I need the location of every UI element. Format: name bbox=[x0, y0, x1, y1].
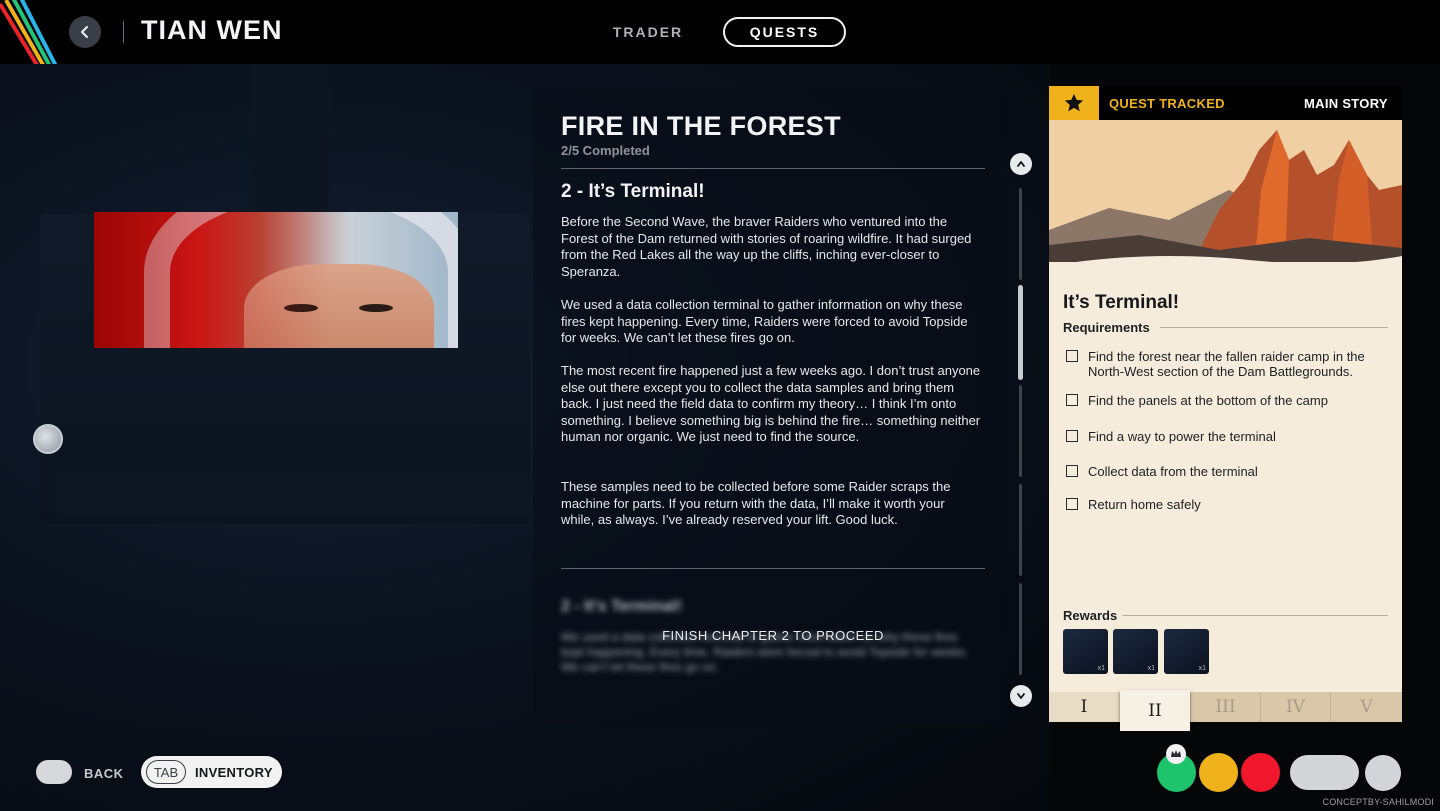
scroll-up-button[interactable] bbox=[1010, 153, 1032, 175]
quest-progress: 2/5 Completed bbox=[561, 143, 650, 158]
header-back-button[interactable] bbox=[69, 16, 101, 48]
crown-icon bbox=[1171, 750, 1181, 757]
menu-round-button[interactable] bbox=[1365, 755, 1401, 791]
reward-qty: x1 bbox=[1097, 665, 1105, 672]
rewards-label: Rewards bbox=[1063, 608, 1118, 623]
header-divider bbox=[123, 21, 124, 43]
back-arrow-icon bbox=[80, 25, 89, 39]
requirement-item[interactable]: Find the panels at the bottom of the cam… bbox=[1066, 393, 1391, 408]
requirement-checkbox[interactable] bbox=[1066, 465, 1078, 477]
rainbow-stripes-logo bbox=[0, 0, 58, 64]
npc-portrait-window bbox=[94, 212, 458, 348]
back-key-hint[interactable] bbox=[36, 760, 72, 784]
divider bbox=[561, 568, 985, 569]
inventory-label: INVENTORY bbox=[195, 764, 273, 780]
crown-badge bbox=[1166, 744, 1186, 764]
scroll-down-button[interactable] bbox=[1010, 685, 1032, 707]
requirement-text: Collect data from the terminal bbox=[1088, 464, 1258, 479]
tab-quests[interactable]: QUESTS bbox=[723, 17, 846, 47]
divider bbox=[561, 168, 985, 169]
credit-text: CONCEPTBY-SAHILMODI bbox=[1322, 797, 1434, 807]
reward-slot[interactable]: x1 bbox=[1113, 629, 1158, 674]
requirement-checkbox[interactable] bbox=[1066, 350, 1078, 362]
requirement-item[interactable]: Return home safely bbox=[1066, 497, 1391, 512]
inventory-button[interactable]: TAB INVENTORY bbox=[141, 756, 282, 788]
requirements-label: Requirements bbox=[1063, 320, 1150, 335]
quest-paragraph: These samples need to be collected befor… bbox=[561, 479, 951, 527]
track-quest-toggle[interactable] bbox=[1049, 86, 1099, 120]
requirement-checkbox[interactable] bbox=[1066, 430, 1078, 442]
quest-tracked-label: QUEST TRACKED bbox=[1109, 96, 1225, 111]
scroll-down-icon bbox=[1017, 693, 1025, 699]
requirement-item[interactable]: Collect data from the terminal bbox=[1066, 464, 1391, 479]
rewards-rule bbox=[1122, 615, 1388, 616]
scroll-thumb[interactable] bbox=[1018, 285, 1023, 380]
requirement-checkbox[interactable] bbox=[1066, 394, 1078, 406]
requirement-item[interactable]: Find a way to power the terminal bbox=[1066, 429, 1391, 444]
quest-paragraph: We used a data collection terminal to ga… bbox=[561, 297, 968, 345]
back-label[interactable]: BACK bbox=[84, 766, 124, 781]
locked-chapter-heading: 2 - It’s Terminal! bbox=[561, 598, 682, 615]
star-icon bbox=[1064, 93, 1084, 112]
requirement-text: Return home safely bbox=[1088, 497, 1201, 512]
chapter-tab-5[interactable]: V bbox=[1330, 692, 1402, 722]
scroll-track bbox=[1019, 188, 1022, 280]
scroll-up-icon bbox=[1017, 161, 1025, 167]
quest-location-image bbox=[1049, 120, 1402, 272]
requirement-text: Find a way to power the terminal bbox=[1088, 429, 1276, 444]
chapter-tab-4[interactable]: IV bbox=[1260, 692, 1330, 722]
npc-name: TIAN WEN bbox=[141, 15, 283, 45]
status-indicator-yellow[interactable] bbox=[1199, 753, 1238, 792]
mountain-illustration bbox=[1049, 120, 1402, 272]
reward-slot[interactable]: x1 bbox=[1164, 629, 1209, 674]
status-indicator-red[interactable] bbox=[1241, 753, 1280, 792]
requirement-text: Find the panels at the bottom of the cam… bbox=[1088, 393, 1328, 408]
quest-paragraph: The most recent fire happened just a few… bbox=[561, 363, 981, 444]
reward-qty: x1 bbox=[1198, 665, 1206, 672]
reward-qty: x1 bbox=[1147, 665, 1155, 672]
card-wave-edge bbox=[1049, 256, 1402, 276]
quest-paragraph: Before the Second Wave, the braver Raide… bbox=[561, 214, 972, 279]
quest-title: FIRE IN THE FOREST bbox=[561, 111, 841, 141]
chapter-tab-2[interactable]: II bbox=[1120, 690, 1190, 731]
tab-key-hint: TAB bbox=[146, 760, 186, 784]
scene-ledge bbox=[60, 474, 530, 514]
red-light-overlay bbox=[94, 212, 458, 348]
scene-pillar bbox=[250, 64, 330, 234]
requirement-text: Find the forest near the fallen raider c… bbox=[1088, 349, 1365, 379]
npc-emblem-icon[interactable] bbox=[33, 424, 63, 454]
scroll-track bbox=[1019, 484, 1022, 576]
locked-chapter-message: FINISH CHAPTER 2 TO PROCEED bbox=[662, 628, 884, 643]
chapter-tab-3[interactable]: III bbox=[1190, 692, 1260, 722]
reward-slot[interactable]: x1 bbox=[1063, 629, 1108, 674]
requirement-item[interactable]: Find the forest near the fallen raider c… bbox=[1066, 349, 1391, 379]
tab-trader[interactable]: TRADER bbox=[598, 17, 698, 47]
quest-card-title: It’s Terminal! bbox=[1063, 292, 1180, 313]
requirement-checkbox[interactable] bbox=[1066, 498, 1078, 510]
chapter-tab-1[interactable]: I bbox=[1049, 692, 1119, 722]
scroll-track bbox=[1019, 385, 1022, 477]
requirements-rule bbox=[1160, 327, 1388, 328]
quest-category-label: MAIN STORY bbox=[1304, 96, 1388, 111]
menu-pill-button[interactable] bbox=[1290, 755, 1359, 790]
chapter-heading: 2 - It’s Terminal! bbox=[561, 181, 705, 202]
scroll-track bbox=[1019, 583, 1022, 675]
